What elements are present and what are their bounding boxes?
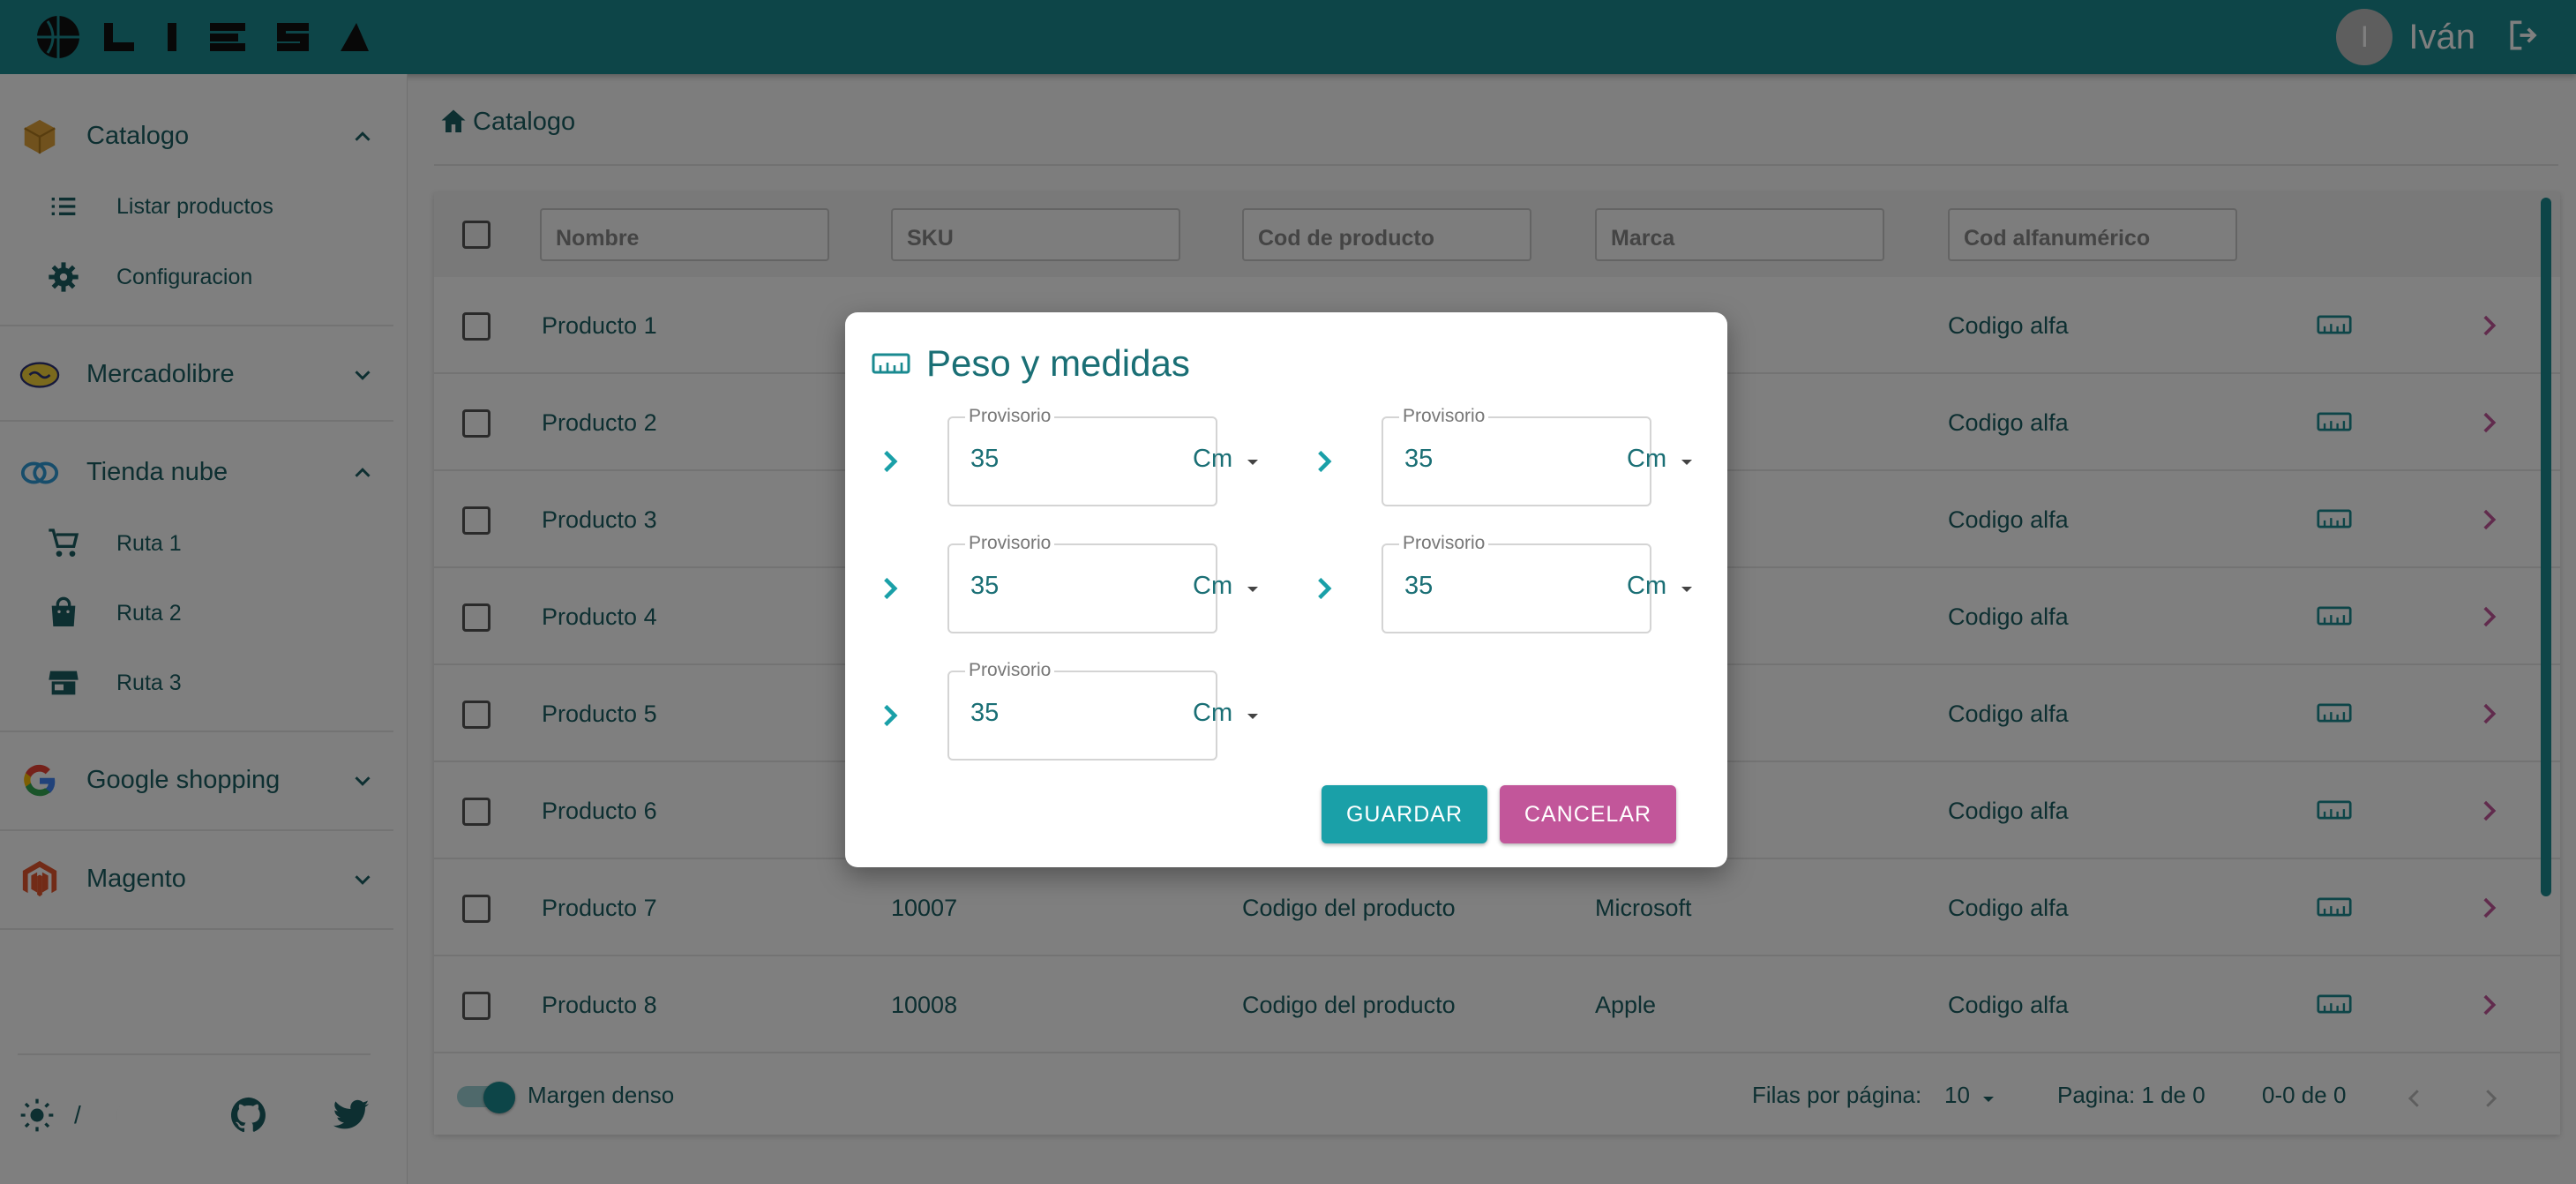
chevron-right-icon[interactable]	[872, 443, 909, 480]
unit-select[interactable]: Cm	[1193, 699, 1232, 728]
field-value[interactable]: 35	[970, 445, 999, 474]
caret-down-icon[interactable]	[1242, 452, 1263, 473]
chevron-right-icon[interactable]	[1306, 443, 1343, 480]
dialog-title-text: Peso y medidas	[926, 342, 1190, 384]
cancel-button[interactable]: CANCELAR	[1500, 785, 1676, 843]
measurement-field: Provisorio 35 Cm	[1306, 406, 1692, 506]
caret-down-icon[interactable]	[1676, 579, 1697, 600]
field-label: Provisorio	[965, 406, 1055, 427]
unit-select[interactable]: Cm	[1627, 572, 1666, 601]
measurement-field: Provisorio 35 Cm	[872, 406, 1258, 506]
field-value[interactable]: 35	[1404, 572, 1433, 601]
caret-down-icon[interactable]	[1242, 579, 1263, 600]
unit-select[interactable]: Cm	[1193, 445, 1232, 474]
dialog-title: Peso y medidas	[872, 342, 1190, 385]
field-label: Provisorio	[1399, 406, 1489, 427]
ruler-icon	[872, 353, 910, 374]
measurement-field: Provisorio 35 Cm	[872, 533, 1258, 633]
field-value[interactable]: 35	[970, 572, 999, 601]
unit-select[interactable]: Cm	[1627, 445, 1666, 474]
unit-select[interactable]: Cm	[1193, 572, 1232, 601]
chevron-right-icon[interactable]	[872, 697, 909, 734]
field-value[interactable]: 35	[1404, 445, 1433, 474]
chevron-right-icon[interactable]	[1306, 570, 1343, 607]
field-label: Provisorio	[1399, 533, 1489, 554]
save-button[interactable]: GUARDAR	[1322, 785, 1487, 843]
caret-down-icon[interactable]	[1242, 706, 1263, 727]
measurement-field: Provisorio 35 Cm	[1306, 533, 1692, 633]
chevron-right-icon[interactable]	[872, 570, 909, 607]
field-label: Provisorio	[965, 660, 1055, 681]
peso-medidas-dialog: Peso y medidas Provisorio 35 Cm Provisorio 3…	[845, 312, 1727, 867]
field-value[interactable]: 35	[970, 699, 999, 728]
field-label: Provisorio	[965, 533, 1055, 554]
measurement-field: Provisorio 35 Cm	[872, 660, 1258, 761]
caret-down-icon[interactable]	[1676, 452, 1697, 473]
